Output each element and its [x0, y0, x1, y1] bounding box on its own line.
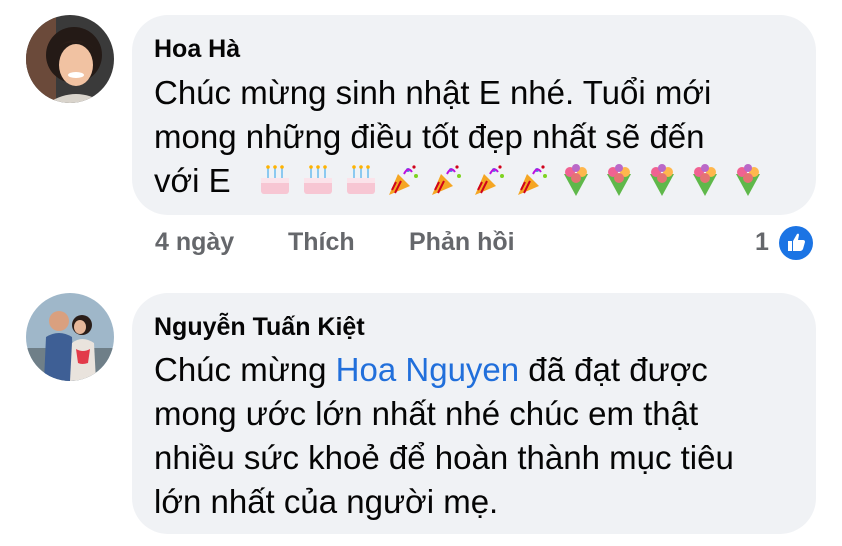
comment-text-line: Chúc mừng Hoa Nguyen đã đạt được: [154, 348, 798, 392]
like-button[interactable]: Thích: [288, 228, 355, 257]
comment-timestamp[interactable]: 4 ngày: [155, 228, 234, 257]
party-popper-icon: [432, 165, 461, 195]
bouquet-icon: [564, 164, 588, 196]
birthday-cake-icon: [304, 165, 332, 194]
party-popper-icon: [389, 165, 418, 195]
birthday-cake-icon: [347, 165, 375, 194]
comment-author[interactable]: Nguyễn Tuấn Kiệt: [154, 313, 365, 342]
reply-button[interactable]: Phản hồi: [409, 228, 515, 257]
comment-bubble: Nguyễn Tuấn Kiệt Chúc mừng Hoa Nguyen đã…: [132, 293, 816, 534]
reaction-count: 1: [755, 228, 769, 256]
comment-text-line: với E: [154, 159, 798, 203]
comment-text-line: Chúc mừng sinh nhật E nhé. Tuổi mới: [154, 74, 712, 111]
avatar-nguyen-tuan-kiet[interactable]: [26, 293, 114, 381]
avatar-image: [26, 15, 114, 103]
comment-text: Chúc mừng sinh nhật E nhé. Tuổi mới mong…: [154, 71, 798, 203]
mention-link[interactable]: Hoa Nguyen: [336, 351, 519, 388]
comment-text-line: nhiều sức khoẻ để hoàn thành mục tiêu: [154, 439, 734, 476]
comment-text-segment: đã đạt được: [519, 351, 708, 388]
avatar-hoa-ha[interactable]: [26, 15, 114, 103]
comment-text-line: mong những điều tốt đẹp nhất sẽ đến: [154, 118, 705, 155]
avatar-image: [26, 293, 114, 381]
comment-text-segment: với E: [154, 162, 231, 199]
bouquet-icon: [650, 164, 674, 196]
comment-text: Chúc mừng Hoa Nguyen đã đạt được mong ướ…: [154, 348, 798, 524]
bouquet-icon: [693, 164, 717, 196]
bouquet-icon: [607, 164, 631, 196]
bouquet-icon: [736, 164, 760, 196]
party-popper-icon: [475, 165, 504, 195]
comment-text-segment: Chúc mừng: [154, 351, 336, 388]
comment-text-line: lớn nhất của người mẹ.: [154, 483, 499, 520]
like-icon: [779, 226, 813, 260]
comment-text-line: mong ước lớn nhất nhé chúc em thật: [154, 395, 699, 432]
comment-bubble: Hoa Hà Chúc mừng sinh nhật E nhé. Tuổi m…: [132, 15, 816, 215]
party-popper-icon: [518, 165, 547, 195]
comment-author[interactable]: Hoa Hà: [154, 35, 240, 64]
birthday-cake-icon: [261, 165, 289, 194]
